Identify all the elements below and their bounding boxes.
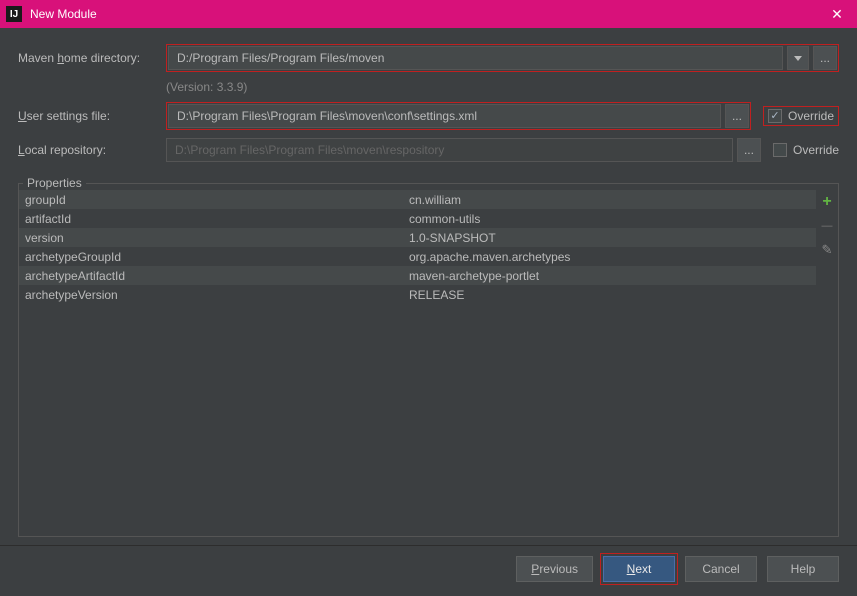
maven-home-field-group: D:/Program Files/Program Files/moven ...	[166, 44, 839, 72]
properties-fieldset: Properties groupId cn.william artifactId…	[18, 176, 839, 537]
maven-home-dropdown-button[interactable]	[787, 46, 809, 70]
prop-value: common-utils	[409, 212, 816, 226]
prop-key: archetypeGroupId	[19, 250, 409, 264]
prop-key: archetypeVersion	[19, 288, 409, 302]
local-repo-input: D:\Program Files\Program Files\moven\res…	[166, 138, 733, 162]
local-repo-label: Local repository:	[18, 143, 158, 157]
app-icon: IJ	[6, 6, 22, 22]
local-repo-field-group: D:\Program Files\Program Files\moven\res…	[166, 138, 761, 162]
maven-version-text: (Version: 3.3.9)	[166, 80, 839, 94]
local-repo-override-group: Override	[773, 143, 839, 157]
properties-table[interactable]: groupId cn.william artifactId common-uti…	[19, 190, 816, 536]
prop-value: org.apache.maven.archetypes	[409, 250, 816, 264]
chevron-down-icon	[794, 56, 802, 61]
prop-key: version	[19, 231, 409, 245]
properties-actions: + — ✎	[816, 190, 838, 536]
window-title: New Module	[30, 7, 823, 21]
previous-button[interactable]: Previous	[516, 556, 593, 582]
prop-key: groupId	[19, 193, 409, 207]
prop-value: RELEASE	[409, 288, 816, 302]
edit-property-button[interactable]: ✎	[819, 242, 835, 258]
dialog-footer: Previous Next Cancel Help	[0, 545, 857, 596]
properties-legend: Properties	[23, 176, 86, 190]
prop-key: artifactId	[19, 212, 409, 226]
local-repo-row: Local repository: D:\Program Files\Progr…	[18, 138, 839, 162]
local-repo-browse-button[interactable]: ...	[737, 138, 761, 162]
dialog-content: Maven home directory: D:/Program Files/P…	[0, 28, 857, 545]
user-settings-field-group: D:\Program Files\Program Files\moven\con…	[166, 102, 751, 130]
help-button[interactable]: Help	[767, 556, 839, 582]
local-repo-override-checkbox[interactable]	[773, 143, 787, 157]
user-settings-override-group: Override	[763, 106, 839, 126]
titlebar[interactable]: IJ New Module ✕	[0, 0, 857, 28]
maven-home-combo[interactable]: D:/Program Files/Program Files/moven	[168, 46, 783, 70]
table-row[interactable]: archetypeGroupId org.apache.maven.archet…	[19, 247, 816, 266]
maven-home-row: Maven home directory: D:/Program Files/P…	[18, 44, 839, 72]
table-row[interactable]: archetypeArtifactId maven-archetype-port…	[19, 266, 816, 285]
table-row[interactable]: artifactId common-utils	[19, 209, 816, 228]
maven-home-label: Maven home directory:	[18, 51, 158, 65]
prop-value: maven-archetype-portlet	[409, 269, 816, 283]
prop-value: cn.william	[409, 193, 816, 207]
maven-home-value: D:/Program Files/Program Files/moven	[177, 51, 384, 65]
table-row[interactable]: version 1.0-SNAPSHOT	[19, 228, 816, 247]
close-icon[interactable]: ✕	[823, 0, 851, 28]
cancel-button[interactable]: Cancel	[685, 556, 757, 582]
user-settings-override-label: Override	[788, 109, 834, 123]
remove-property-button[interactable]: —	[819, 218, 835, 234]
new-module-dialog: IJ New Module ✕ Maven home directory: D:…	[0, 0, 857, 596]
maven-home-browse-button[interactable]: ...	[813, 46, 837, 70]
add-property-button[interactable]: +	[819, 194, 835, 210]
user-settings-input[interactable]: D:\Program Files\Program Files\moven\con…	[168, 104, 721, 128]
prop-key: archetypeArtifactId	[19, 269, 409, 283]
local-repo-override-label: Override	[793, 143, 839, 157]
next-button[interactable]: Next	[603, 556, 675, 582]
table-row[interactable]: archetypeVersion RELEASE	[19, 285, 816, 304]
user-settings-override-checkbox[interactable]	[768, 109, 782, 123]
user-settings-label: User settings file:	[18, 109, 158, 123]
table-row[interactable]: groupId cn.william	[19, 190, 816, 209]
prop-value: 1.0-SNAPSHOT	[409, 231, 816, 245]
user-settings-row: User settings file: D:\Program Files\Pro…	[18, 102, 839, 130]
user-settings-browse-button[interactable]: ...	[725, 104, 749, 128]
